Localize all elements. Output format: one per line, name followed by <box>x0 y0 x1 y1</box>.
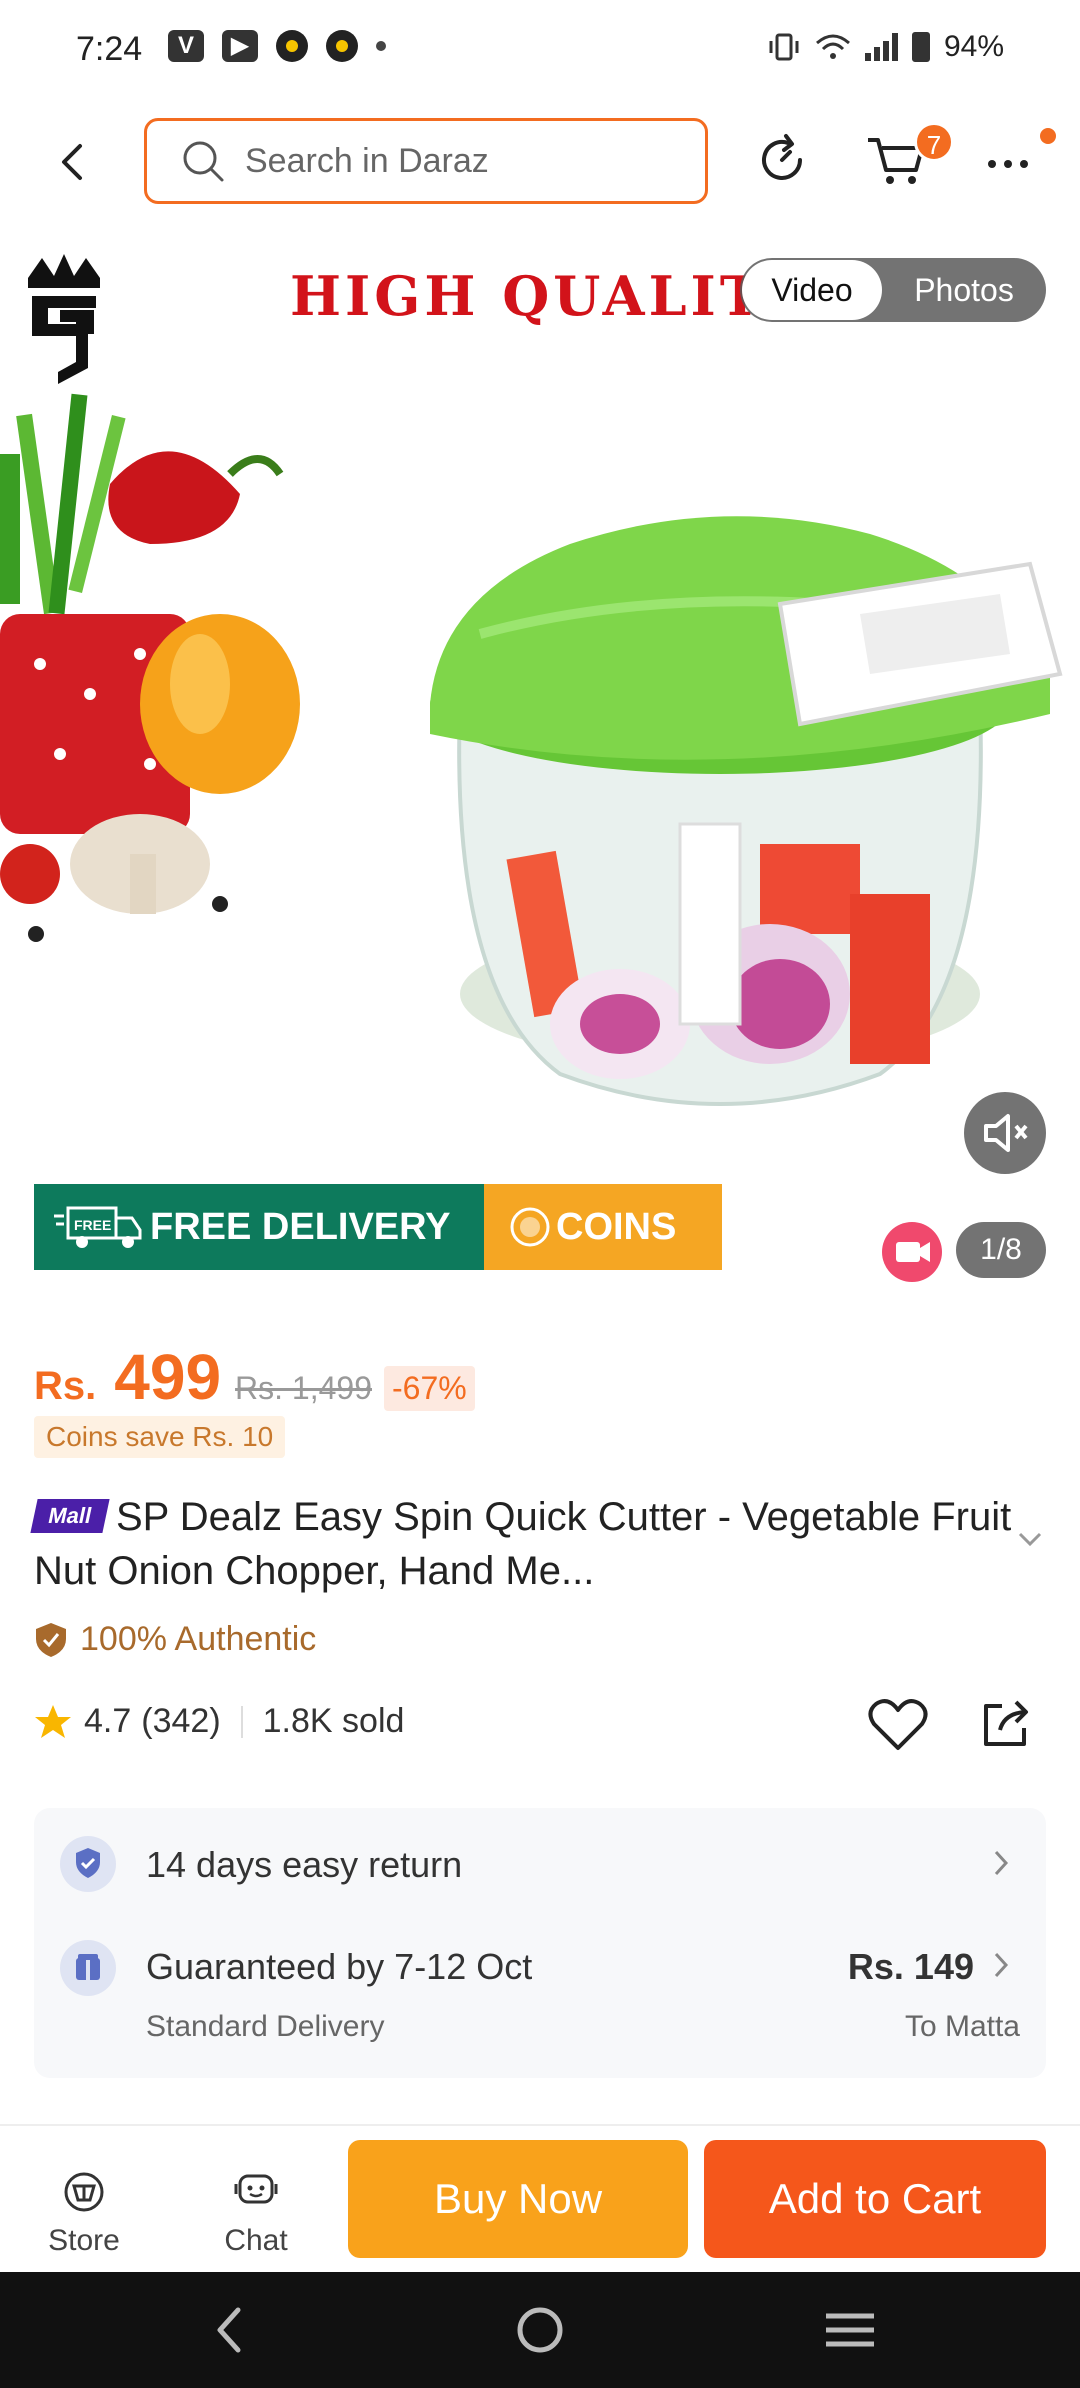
truck-icon: FREE <box>54 1206 142 1248</box>
return-shield-icon <box>60 1836 116 1892</box>
review-count: (342) <box>141 1702 221 1740</box>
cart-count-badge: 7 <box>914 122 954 162</box>
notification-dot <box>1040 128 1056 144</box>
chat-icon <box>234 2174 278 2204</box>
nav-home-icon[interactable] <box>510 2302 570 2358</box>
return-policy-label: 14 days easy return <box>146 1844 463 1885</box>
truck-label: FREE <box>74 1217 111 1233</box>
return-policy-row[interactable]: 14 days easy return <box>34 1808 1046 1918</box>
battery-icon <box>911 32 930 62</box>
share-icon[interactable] <box>978 1694 1034 1752</box>
sold-count: 1.8K sold <box>262 1702 405 1740</box>
store-button[interactable]: Store <box>24 2170 144 2258</box>
more-notifications-dot <box>376 41 386 51</box>
mute-button[interactable] <box>964 1092 1046 1174</box>
bottom-action-bar: Store Chat Buy Now Add to Cart <box>0 2124 1080 2272</box>
status-bar: 7:24 V ▶ 94% <box>0 0 1080 100</box>
refresh-icon[interactable] <box>752 130 812 190</box>
search-icon <box>183 141 224 182</box>
coins-label: COINS <box>556 1205 677 1248</box>
delivery-location: To Matta <box>904 2010 1020 2043</box>
chevron-down-icon[interactable] <box>1016 1530 1044 1550</box>
store-label: Store <box>48 2224 120 2257</box>
product-gallery[interactable]: HIGH QUALITY Video Photos FREE FREE DELI… <box>0 224 1080 1304</box>
price-currency: Rs. <box>34 1364 97 1408</box>
chat-button[interactable]: Chat <box>196 2170 316 2258</box>
free-delivery-label: FREE DELIVERY <box>150 1205 451 1248</box>
video-tab[interactable]: Video <box>742 260 882 320</box>
buy-now-button[interactable]: Buy Now <box>348 2140 688 2258</box>
media-toggle: Video Photos <box>740 258 1046 322</box>
system-navigation-bar <box>0 2272 1080 2388</box>
hero-headline: HIGH QUALITY <box>290 264 807 328</box>
store-icon <box>64 2172 104 2212</box>
battery-percent: 94% <box>943 30 1004 63</box>
wifi-icon <box>815 34 850 59</box>
product-image <box>0 393 1063 1106</box>
divider <box>240 1705 243 1738</box>
delivery-box-icon <box>60 1940 116 1996</box>
star-icon <box>35 1704 71 1738</box>
viber-icon: V <box>168 30 204 62</box>
notification-icons: V ▶ <box>168 30 386 62</box>
add-to-cart-button[interactable]: Add to Cart <box>704 2140 1046 2258</box>
authentic-label: 100% Authentic <box>80 1620 317 1658</box>
mute-icon <box>984 1114 1028 1152</box>
status-time: 7:24 <box>76 30 143 68</box>
product-title[interactable]: Mall SP Dealz Easy Spin Quick Cutter - Ve… <box>30 1490 1014 1598</box>
coins-save-tag: Coins save Rs. 10 <box>34 1416 286 1458</box>
discount-badge: -67% <box>384 1366 475 1411</box>
chevron-right-icon <box>994 1952 1009 1978</box>
youtube-icon: ▶ <box>222 30 258 62</box>
rating-row[interactable]: 4.7 (342) 1.8K sold <box>34 1702 404 1741</box>
signal-icon <box>864 33 898 61</box>
nav-back-icon[interactable] <box>200 2302 260 2358</box>
gallery-page-indicator: 1/8 <box>956 1222 1046 1278</box>
coin-icon <box>510 1207 550 1247</box>
promo-banner: FREE FREE DELIVERY COINS <box>34 1184 722 1270</box>
top-header: 7 <box>0 100 1080 224</box>
price-row: Rs. 499 Rs. 1,499 -67% <box>34 1340 475 1414</box>
video-button[interactable] <box>882 1222 942 1282</box>
chevron-right-icon <box>994 1850 1009 1876</box>
system-icons: 94% <box>767 30 1004 64</box>
mall-badge: Mall <box>30 1499 110 1534</box>
price-value: 499 <box>114 1341 222 1413</box>
vibrate-icon <box>769 33 799 61</box>
coins-tag: COINS <box>484 1184 722 1270</box>
product-title-text: SP Dealz Easy Spin Quick Cutter - Vegeta… <box>34 1495 1012 1593</box>
delivery-type: Standard Delivery <box>146 2010 385 2043</box>
original-price: Rs. 1,499 <box>235 1370 372 1406</box>
chat-label: Chat <box>224 2224 288 2257</box>
free-delivery-tag: FREE FREE DELIVERY <box>34 1184 484 1270</box>
video-camera-icon <box>896 1242 930 1262</box>
nav-recents-icon[interactable] <box>820 2302 880 2358</box>
snapchat-icon <box>276 30 308 62</box>
delivery-row[interactable]: Guaranteed by 7-12 Oct Standard Delivery… <box>34 1918 1046 2078</box>
more-icon[interactable] <box>980 140 1040 180</box>
photos-tab[interactable]: Photos <box>882 260 1046 320</box>
delivery-price: Rs. 149 <box>847 1946 974 1987</box>
back-icon[interactable] <box>48 138 96 186</box>
service-card: 14 days easy return Guaranteed by 7-12 O… <box>34 1808 1046 2078</box>
delivery-title: Guaranteed by 7-12 Oct <box>146 1946 533 1987</box>
brand-logo <box>28 254 100 384</box>
shield-icon <box>36 1622 66 1657</box>
search-input[interactable] <box>245 141 685 181</box>
heart-icon[interactable] <box>866 1694 930 1754</box>
authentic-badge: 100% Authentic <box>34 1620 316 1659</box>
snapchat-icon <box>326 30 358 62</box>
search-bar[interactable] <box>144 118 708 204</box>
rating-value: 4.7 <box>84 1702 132 1740</box>
